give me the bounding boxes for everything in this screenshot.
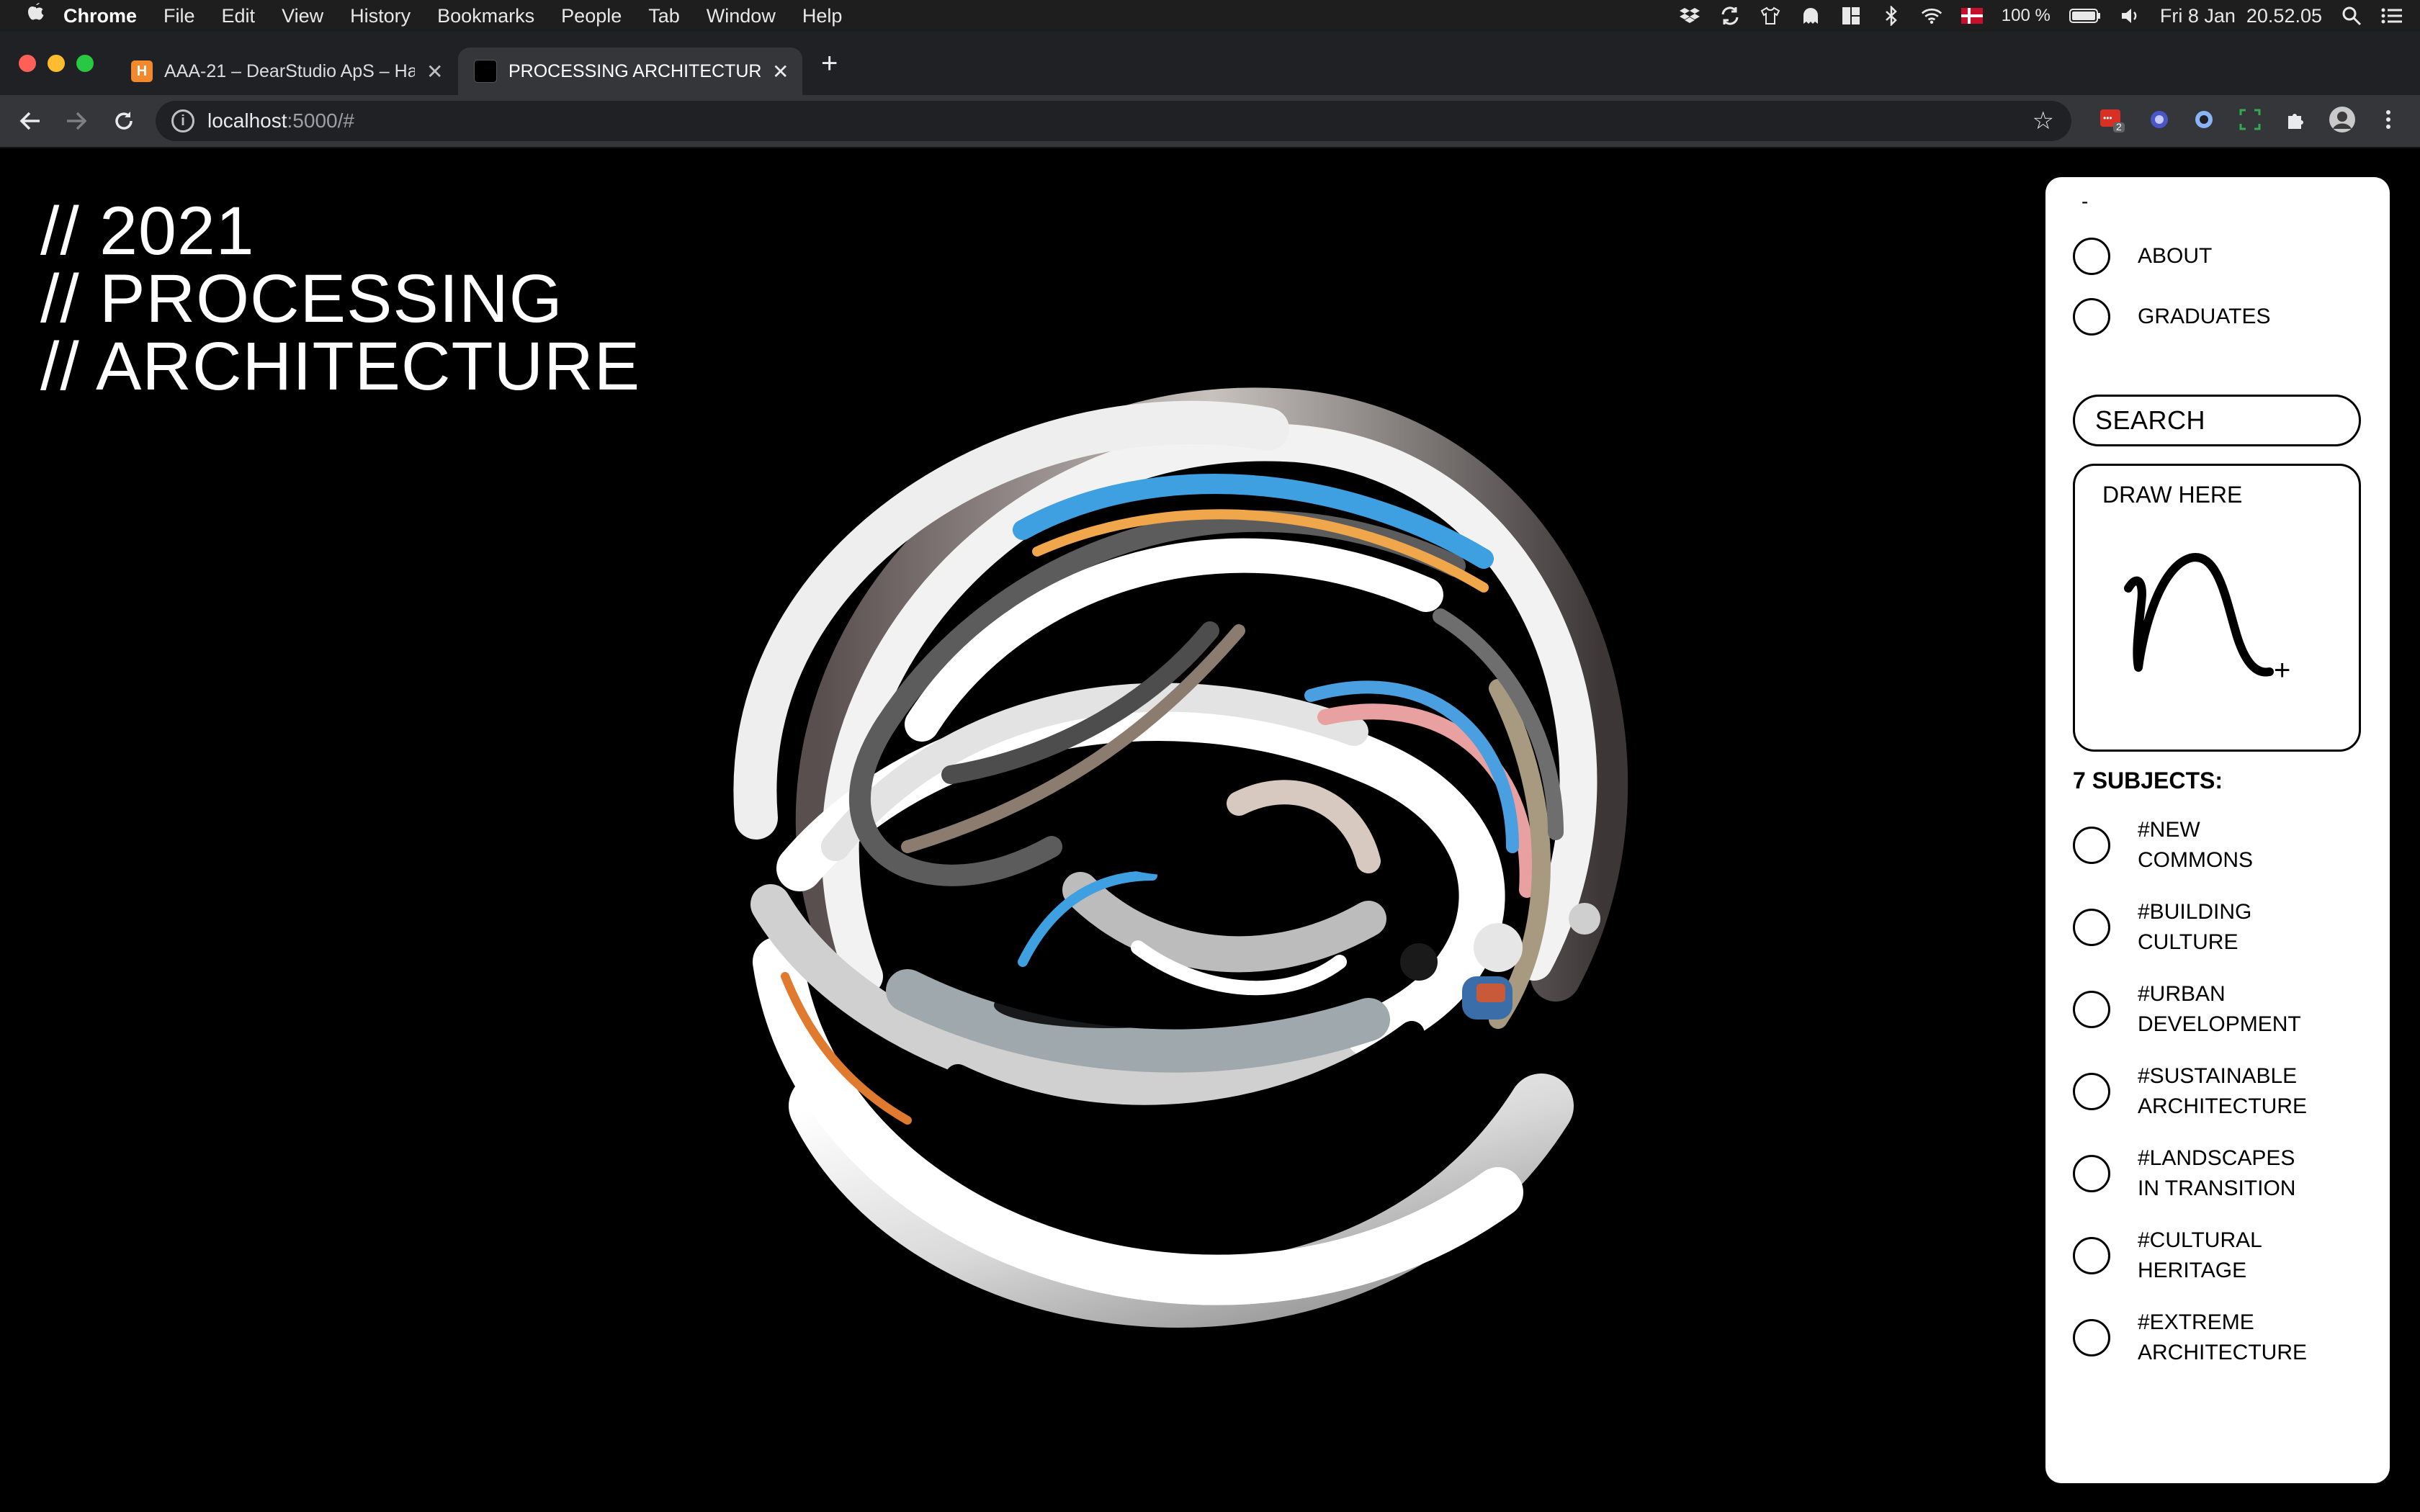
nav-about-label: ABOUT: [2138, 244, 2213, 268]
macos-menu-bar: Chrome File Edit View History Bookmarks …: [0, 0, 2420, 32]
menu-people[interactable]: People: [561, 5, 622, 27]
site-title[interactable]: // 2021 // PROCESSING // ARCHITECTURE: [40, 193, 641, 405]
subject-label: #LANDSCAPES IN TRANSITION: [2138, 1146, 2296, 1200]
subject-landscapes-in-transition[interactable]: #LANDSCAPES IN TRANSITION: [2073, 1143, 2295, 1204]
menu-edit[interactable]: Edit: [222, 5, 256, 27]
radio-button[interactable]: [2073, 1319, 2110, 1356]
black-square-favicon-icon: [474, 60, 497, 83]
notification-center-icon[interactable]: [2381, 6, 2403, 25]
title-line-architecture: // ARCHITECTURE: [40, 328, 641, 405]
site-info-icon[interactable]: i: [171, 109, 194, 132]
window-zoom-button[interactable]: [76, 55, 94, 72]
window-close-button[interactable]: [19, 55, 36, 72]
reload-icon[interactable]: [108, 105, 140, 137]
subject-new-commons[interactable]: #NEW COMMONS: [2073, 815, 2253, 876]
wifi-icon[interactable]: [1921, 6, 1942, 25]
shirt-icon[interactable]: [1760, 6, 1781, 25]
radio-button[interactable]: [2073, 991, 2110, 1028]
chrome-menu-icon[interactable]: [2374, 105, 2403, 134]
dropbox-icon[interactable]: [1679, 6, 1700, 25]
menu-window[interactable]: Window: [707, 5, 776, 27]
subject-label: #NEW COMMONS: [2138, 818, 2253, 872]
svg-text:•••: •••: [2103, 113, 2112, 123]
forward-arrow-icon[interactable]: [60, 105, 92, 137]
sync-icon[interactable]: [1719, 6, 1741, 25]
battery-percentage: 100 %: [2001, 6, 2051, 25]
window-layout-icon[interactable]: [1840, 6, 1862, 25]
menu-view[interactable]: View: [282, 5, 323, 27]
menu-extras: 100 % Fri 8 Jan 20.52.05: [1679, 0, 2403, 32]
title-line-processing: // PROCESSING: [40, 261, 563, 337]
bluetooth-icon[interactable]: [1881, 6, 1902, 26]
side-panel: - ABOUT GRADUATES SEARCH DRAW HERE + 7 S…: [2045, 177, 2390, 1483]
extensions-puzzle-icon[interactable]: [2282, 105, 2311, 134]
radio-button[interactable]: [2073, 1155, 2110, 1192]
url-host: localhost: [207, 109, 287, 132]
todoist-extension-icon[interactable]: ••• 2: [2097, 105, 2126, 134]
tab-close-icon[interactable]: ✕: [772, 60, 789, 84]
subject-label: #SUSTAINABLE ARCHITECTURE: [2138, 1064, 2308, 1118]
nav-about[interactable]: ABOUT: [2073, 238, 2212, 275]
apple-menu-icon[interactable]: [26, 1, 63, 30]
subjects-heading: 7 SUBJECTS:: [2073, 768, 2223, 793]
subject-cultural-heritage[interactable]: #CULTURAL HERITAGE: [2073, 1225, 2262, 1286]
3d-tube-sculpture[interactable]: [648, 256, 1772, 1408]
title-line-year: // 2021: [40, 193, 255, 269]
screenshot-extension-icon[interactable]: [2236, 105, 2264, 134]
tab-dearstudio[interactable]: H AAA-21 – DearStudio ApS – Ha ✕: [115, 48, 454, 95]
window-minimize-button[interactable]: [48, 55, 65, 72]
tab-close-icon[interactable]: ✕: [426, 60, 443, 84]
subject-sustainable-architecture[interactable]: #SUSTAINABLE ARCHITECTURE: [2073, 1061, 2307, 1122]
tab-title: AAA-21 – DearStudio ApS – Ha: [164, 60, 415, 81]
browser-tab-strip: H AAA-21 – DearStudio ApS – Ha ✕ PROCESS…: [0, 32, 2420, 95]
tab-title: PROCESSING ARCHITECTURE: [508, 60, 761, 81]
menu-help[interactable]: Help: [802, 5, 843, 27]
radio-button[interactable]: [2073, 1073, 2110, 1110]
subject-label: #BUILDING CULTURE: [2138, 900, 2252, 954]
web-page: // 2021 // PROCESSING // ARCHITECTURE - …: [0, 148, 2420, 1512]
crosshair-cursor-icon: +: [2274, 654, 2291, 686]
spotlight-search-icon[interactable]: [2341, 6, 2362, 26]
bookmark-star-icon[interactable]: ☆: [2033, 107, 2054, 135]
url-path: :5000/#: [287, 109, 354, 132]
profile-avatar[interactable]: [2328, 105, 2357, 134]
radio-button[interactable]: [2073, 238, 2110, 275]
new-tab-button[interactable]: +: [821, 48, 838, 80]
menu-history[interactable]: History: [350, 5, 411, 27]
draw-here-canvas[interactable]: DRAW HERE +: [2073, 464, 2361, 752]
menu-clock[interactable]: Fri 8 Jan 20.52.05: [2160, 5, 2322, 27]
back-arrow-icon[interactable]: [14, 105, 46, 137]
harvest-favicon-icon: H: [131, 60, 153, 82]
search-label: SEARCH: [2095, 405, 2206, 435]
menu-file[interactable]: File: [163, 5, 195, 27]
nav-graduates-label: GRADUATES: [2138, 305, 2271, 328]
extension-badge: 2: [2116, 121, 2122, 132]
radio-button[interactable]: [2073, 827, 2110, 864]
radio-button[interactable]: [2073, 909, 2110, 946]
subject-label: #CULTURAL HERITAGE: [2138, 1228, 2262, 1282]
battery-icon[interactable]: [2069, 6, 2101, 25]
menu-app-name[interactable]: Chrome: [63, 5, 137, 27]
ghost-app-icon[interactable]: [1800, 6, 1821, 25]
panel-dash: -: [2081, 190, 2089, 212]
volume-icon[interactable]: [2120, 6, 2141, 25]
circle-extension-icon[interactable]: [2190, 105, 2218, 134]
radio-button[interactable]: [2073, 1237, 2110, 1274]
subject-urban-development[interactable]: #URBAN DEVELOPMENT: [2073, 979, 2301, 1040]
tab-processing-architecture[interactable]: PROCESSING ARCHITECTURE ✕: [458, 48, 802, 95]
subject-label: #EXTREME ARCHITECTURE: [2138, 1310, 2308, 1364]
radio-button[interactable]: [2073, 298, 2110, 336]
subject-label: #URBAN DEVELOPMENT: [2138, 982, 2301, 1036]
danish-flag-icon[interactable]: [1960, 6, 1983, 25]
nav-graduates[interactable]: GRADUATES: [2073, 298, 2270, 336]
menu-bookmarks[interactable]: Bookmarks: [437, 5, 534, 27]
address-bar[interactable]: i localhost :5000/# ☆: [156, 101, 2071, 141]
browser-toolbar: i localhost :5000/# ☆ ••• 2: [0, 95, 2420, 148]
menu-tab[interactable]: Tab: [648, 5, 680, 27]
globe-extension-icon[interactable]: [2145, 105, 2174, 134]
subject-extreme-architecture[interactable]: #EXTREME ARCHITECTURE: [2073, 1308, 2307, 1368]
drawn-stroke: [2124, 553, 2274, 677]
search-field[interactable]: SEARCH: [2073, 395, 2361, 446]
subject-building-culture[interactable]: #BUILDING CULTURE: [2073, 897, 2251, 958]
